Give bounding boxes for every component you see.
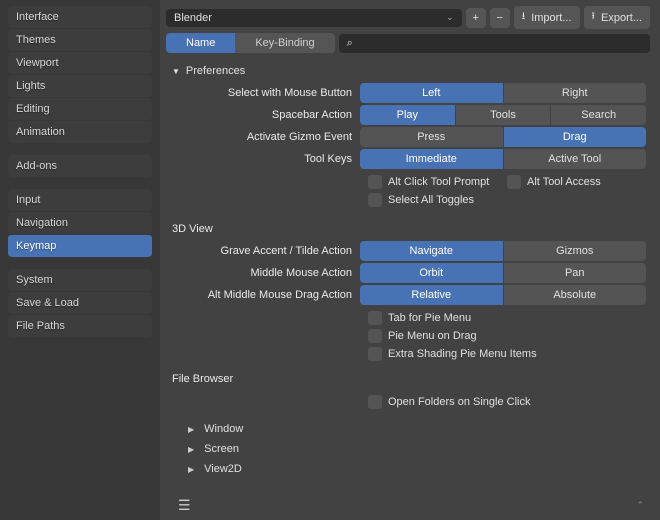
chevron-down-icon: ⌄ bbox=[446, 12, 454, 23]
sidebar-item-input[interactable]: Input bbox=[8, 189, 152, 211]
checkbox-alt-tool-access[interactable] bbox=[507, 175, 521, 189]
seg-navigate[interactable]: Navigate bbox=[360, 241, 503, 261]
sidebar-item-system[interactable]: System bbox=[8, 269, 152, 291]
footer: ☰ ⌃ bbox=[166, 493, 650, 514]
content-area: ▼ Preferences Select with Mouse ButtonLe… bbox=[166, 59, 650, 493]
sidebar-item-navigation[interactable]: Navigation bbox=[8, 212, 152, 234]
remove-preset-button[interactable]: − bbox=[490, 8, 510, 28]
sidebar-item-editing[interactable]: Editing bbox=[8, 98, 152, 120]
sidebar-item-lights[interactable]: Lights bbox=[8, 75, 152, 97]
expand-window[interactable]: ▶ Window bbox=[170, 419, 646, 439]
tab-bar: Name Key-Binding ⌕ bbox=[166, 33, 650, 53]
scroll-top-icon[interactable]: ⌃ bbox=[636, 500, 644, 511]
check-label: Open Folders on Single Click bbox=[388, 396, 530, 408]
sidebar-item-add-ons[interactable]: Add-ons bbox=[8, 155, 152, 177]
seg-left[interactable]: Left bbox=[360, 83, 503, 103]
triangle-right-icon: ▶ bbox=[188, 465, 194, 474]
seg-press[interactable]: Press bbox=[360, 127, 503, 147]
sidebar-item-interface[interactable]: Interface bbox=[8, 6, 152, 28]
tab-keybinding[interactable]: Key-Binding bbox=[235, 33, 334, 53]
sidebar-item-viewport[interactable]: Viewport bbox=[8, 52, 152, 74]
row-label: Tool Keys bbox=[170, 153, 360, 165]
sidebar-item-file-paths[interactable]: File Paths bbox=[8, 315, 152, 337]
seg-pan[interactable]: Pan bbox=[504, 263, 647, 283]
checkbox-extra-shading-pie[interactable] bbox=[368, 347, 382, 361]
seg-active-tool[interactable]: Active Tool bbox=[504, 149, 647, 169]
seg-gizmos[interactable]: Gizmos bbox=[504, 241, 647, 261]
row-label: Middle Mouse Action bbox=[170, 267, 360, 279]
check-label: Alt Tool Access bbox=[527, 176, 601, 188]
row-label: Activate Gizmo Event bbox=[170, 131, 360, 143]
hamburger-icon[interactable]: ☰ bbox=[172, 497, 191, 514]
topbar: Blender ⌄ + − ⭳ Import... ⭱ Export... bbox=[166, 6, 650, 29]
export-label: Export... bbox=[601, 12, 642, 24]
seg-right[interactable]: Right bbox=[504, 83, 647, 103]
preferences-title: Preferences bbox=[186, 65, 245, 77]
minus-icon: − bbox=[496, 12, 502, 24]
plus-icon: + bbox=[472, 12, 478, 24]
check-label: Alt Click Tool Prompt bbox=[388, 176, 489, 188]
sidebar: InterfaceThemesViewportLightsEditingAnim… bbox=[0, 0, 160, 520]
checkbox-alt-click-tool-prompt[interactable] bbox=[368, 175, 382, 189]
seg-play[interactable]: Play bbox=[360, 105, 455, 125]
seg-absolute[interactable]: Absolute bbox=[504, 285, 647, 305]
expand-label: Window bbox=[204, 423, 243, 435]
filebrowser-header: File Browser bbox=[170, 367, 646, 391]
expand-label: Screen bbox=[204, 443, 239, 455]
checkbox-open-folders-single-click[interactable] bbox=[368, 395, 382, 409]
tab-name[interactable]: Name bbox=[166, 33, 235, 53]
expand-label: View2D bbox=[204, 463, 242, 475]
main-panel: Blender ⌄ + − ⭳ Import... ⭱ Export... Na… bbox=[160, 0, 660, 520]
triangle-right-icon: ▶ bbox=[188, 445, 194, 454]
sidebar-item-save-load[interactable]: Save & Load bbox=[8, 292, 152, 314]
triangle-down-icon: ▼ bbox=[172, 67, 180, 76]
preset-dropdown[interactable]: Blender ⌄ bbox=[166, 9, 462, 27]
check-label: Select All Toggles bbox=[388, 194, 474, 206]
view3d-header: 3D View bbox=[170, 217, 646, 241]
triangle-right-icon: ▶ bbox=[188, 425, 194, 434]
check-label: Extra Shading Pie Menu Items bbox=[388, 348, 537, 360]
check-label: Tab for Pie Menu bbox=[388, 312, 471, 324]
seg-tools[interactable]: Tools bbox=[456, 105, 551, 125]
search-input[interactable]: ⌕ bbox=[339, 34, 650, 53]
export-icon: ⭱ bbox=[592, 9, 596, 26]
search-icon: ⌕ bbox=[347, 37, 353, 50]
check-label: Pie Menu on Drag bbox=[388, 330, 477, 342]
import-icon: ⭳ bbox=[522, 9, 526, 26]
expand-screen[interactable]: ▶ Screen bbox=[170, 439, 646, 459]
seg-immediate[interactable]: Immediate bbox=[360, 149, 503, 169]
row-label: Spacebar Action bbox=[170, 109, 360, 121]
row-label: Select with Mouse Button bbox=[170, 87, 360, 99]
sidebar-item-keymap[interactable]: Keymap bbox=[8, 235, 152, 257]
import-label: Import... bbox=[531, 12, 571, 24]
seg-search[interactable]: Search bbox=[551, 105, 646, 125]
row-label: Grave Accent / Tilde Action bbox=[170, 245, 360, 257]
checkbox-pie-menu-drag[interactable] bbox=[368, 329, 382, 343]
export-button[interactable]: ⭱ Export... bbox=[584, 6, 650, 29]
add-preset-button[interactable]: + bbox=[466, 8, 486, 28]
import-button[interactable]: ⭳ Import... bbox=[514, 6, 580, 29]
sidebar-item-animation[interactable]: Animation bbox=[8, 121, 152, 143]
preferences-header[interactable]: ▼ Preferences bbox=[170, 59, 646, 83]
checkbox-select-all-toggles[interactable] bbox=[368, 193, 382, 207]
expand-view2d[interactable]: ▶ View2D bbox=[170, 459, 646, 479]
sidebar-item-themes[interactable]: Themes bbox=[8, 29, 152, 51]
checkbox-tab-pie-menu[interactable] bbox=[368, 311, 382, 325]
seg-relative[interactable]: Relative bbox=[360, 285, 503, 305]
seg-drag[interactable]: Drag bbox=[504, 127, 647, 147]
preset-value: Blender bbox=[174, 12, 212, 24]
row-label: Alt Middle Mouse Drag Action bbox=[170, 289, 360, 301]
seg-orbit[interactable]: Orbit bbox=[360, 263, 503, 283]
